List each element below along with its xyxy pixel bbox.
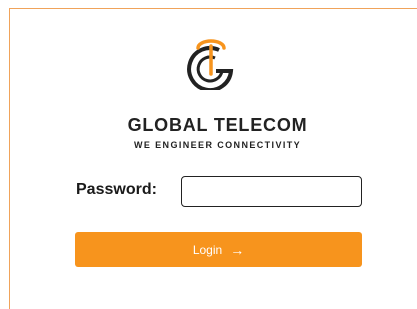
frame-border-top [9, 8, 417, 9]
brand-name: GLOBAL TELECOM [127, 115, 308, 135]
global-telecom-logo-icon [187, 39, 234, 90]
password-label: Password: [76, 181, 157, 198]
login-button[interactable]: Login → [75, 232, 362, 267]
password-input[interactable] [181, 176, 362, 207]
frame-border-left [9, 8, 10, 309]
arrow-right-icon: → [230, 241, 245, 258]
login-button-label: Login [192, 242, 223, 257]
brand-tagline: WE ENGINEER CONNECTIVITY [133, 140, 302, 150]
login-page: GLOBAL TELECOM WE ENGINEER CONNECTIVITY … [0, 0, 417, 309]
